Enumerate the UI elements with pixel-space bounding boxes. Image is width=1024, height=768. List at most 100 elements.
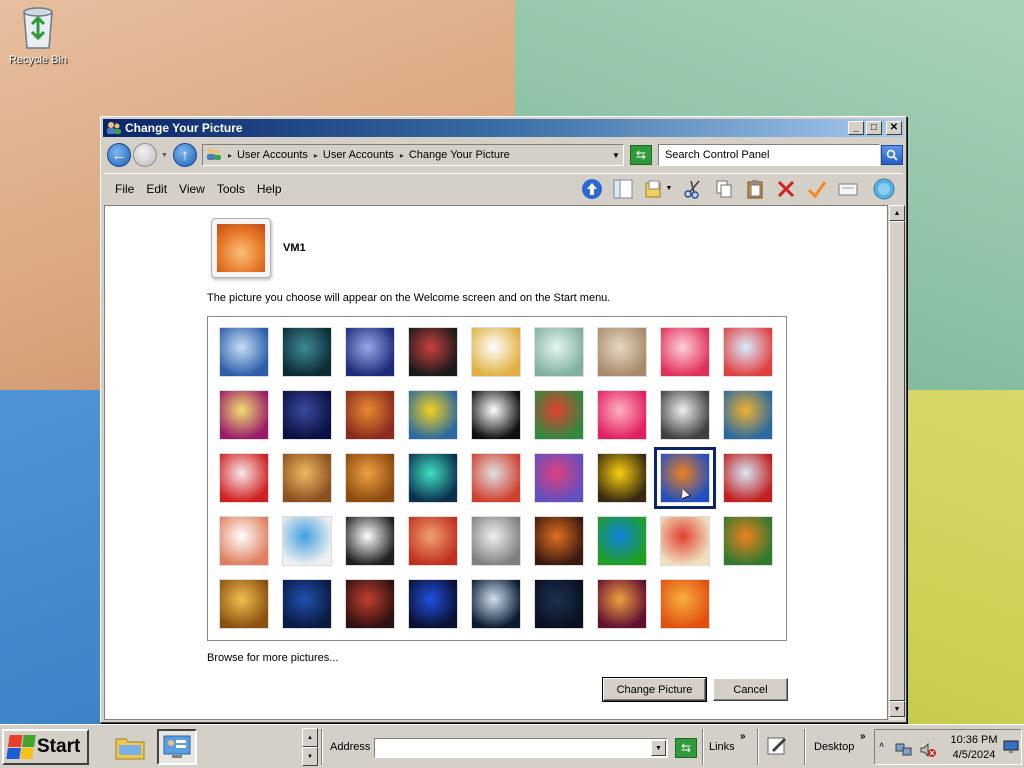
taskbar-go-button[interactable]: ⇆ [675,738,697,758]
picture-option-beach-ball[interactable] [219,390,269,440]
picture-option-staircase[interactable] [723,390,773,440]
picture-option-frosted-trees[interactable] [219,327,269,377]
picture-option-starfield[interactable] [282,390,332,440]
desktop-chevron-icon[interactable]: » [860,731,866,742]
picture-option-street-lamp[interactable] [534,516,584,566]
network-icon[interactable] [895,742,913,761]
picture-option-daruma-doll[interactable] [219,516,269,566]
copy-icon[interactable] [711,177,737,201]
picture-option-origami-crane[interactable] [219,453,269,503]
checkmark-icon[interactable] [804,177,830,201]
cancel-button[interactable]: Cancel [713,678,788,701]
minimize-button[interactable]: _ [848,121,864,135]
monitor-icon[interactable] [1003,740,1019,757]
picture-option-soccer-ball[interactable] [345,516,395,566]
menu-edit[interactable]: Edit [140,182,173,196]
explorer-folder-icon[interactable] [110,729,150,765]
clock-date[interactable]: 4/5/2024 [949,749,999,761]
views-icon[interactable]: ▼ [641,177,675,201]
picture-option-orange-fish[interactable]: ▲ [654,447,716,509]
picture-option-forest-light[interactable] [282,327,332,377]
properties-icon[interactable] [835,177,861,201]
search-button[interactable] [880,145,903,165]
picture-option-sunset-tree[interactable] [597,579,647,629]
picture-option-textile-pattern[interactable] [660,516,710,566]
browse-more-pictures-link[interactable]: Browse for more pictures... [207,652,338,664]
taskbar-scroll[interactable]: ▲ ▼ [302,728,318,766]
forward-button[interactable]: → [133,143,157,167]
picture-option-guitar[interactable] [282,453,332,503]
picture-option-record-player[interactable] [408,327,458,377]
tray-expand-icon[interactable]: ˄ [879,740,884,750]
menu-view[interactable]: View [173,182,211,196]
control-panel-task-icon[interactable] [157,729,197,765]
vertical-scrollbar[interactable]: ▲ ▼ [888,205,905,720]
menu-file[interactable]: File [109,182,140,196]
start-button[interactable]: Start [2,729,89,765]
picture-option-gyroscope[interactable] [534,327,584,377]
picture-option-toy-robot[interactable] [471,453,521,503]
volume-muted-icon[interactable] [919,742,937,761]
picture-option-pinwheel[interactable] [723,327,773,377]
clock-time[interactable]: 10:36 PM [949,734,999,746]
address-breadcrumb-bar[interactable]: ▸ User Accounts ▸ User Accounts ▸ Change Yo… [201,144,624,166]
picture-option-marbles[interactable] [471,516,521,566]
address-dropdown-icon[interactable]: ▼ [609,151,623,160]
breadcrumb-item[interactable]: ▸ Change Your Picture [400,149,510,161]
picture-option-sailboat[interactable] [282,516,332,566]
picture-option-crayons[interactable] [534,390,584,440]
taskbar-address-input[interactable]: ▼ [374,738,668,758]
search-input[interactable]: Search Control Panel [657,144,880,166]
paste-icon[interactable] [742,177,768,201]
change-picture-button[interactable]: Change Picture [602,677,707,702]
picture-option-pomeranian[interactable] [345,453,395,503]
picture-option-pink-flower[interactable] [660,327,710,377]
picture-option-hot-air-balloon[interactable] [723,453,773,503]
desktop-toolbar-label[interactable]: Desktop [814,741,854,753]
address-dropdown-icon[interactable]: ▼ [651,740,666,756]
picture-option-night-sky[interactable] [345,327,395,377]
up-button[interactable]: ↑ [172,143,197,167]
delete-icon[interactable] [773,177,799,201]
breadcrumb-item[interactable]: ▸ User Accounts [314,149,394,161]
close-button[interactable]: ✕ [886,121,902,135]
picture-option-solar-panels[interactable] [408,579,458,629]
picture-option-striped-pattern[interactable] [408,516,458,566]
up-folder-icon[interactable] [579,177,605,201]
folders-pane-icon[interactable] [610,177,636,201]
picture-option-aurora[interactable] [408,453,458,503]
title-bar[interactable]: Change Your Picture _ □ ✕ [103,119,904,137]
links-chevron-icon[interactable]: » [740,731,746,742]
picture-option-green-window[interactable] [597,516,647,566]
picture-option-sunflower[interactable] [597,453,647,503]
taskbar-scroll-down[interactable]: ▼ [302,747,318,766]
history-dropdown-icon[interactable]: ▼ [161,152,168,159]
picture-option-wicker-spiral[interactable] [219,579,269,629]
maximize-button[interactable]: □ [866,121,882,135]
picture-option-dark-sky[interactable] [534,579,584,629]
picture-option-full-moon[interactable] [471,579,521,629]
menu-tools[interactable]: Tools [211,182,251,196]
back-button[interactable]: ← [107,143,131,167]
picture-option-yellow-leaf[interactable] [408,390,458,440]
scroll-down-button[interactable]: ▼ [889,701,905,717]
picture-option-sleeping-kitten[interactable] [597,327,647,377]
picture-option-lighthouse[interactable] [282,579,332,629]
picture-option-woven-fabric[interactable] [345,390,395,440]
picture-option-monarch-butterfly[interactable] [723,516,773,566]
picture-option-paper-star[interactable] [597,390,647,440]
picture-option-jacks[interactable] [660,390,710,440]
desktop-icon-recycle-bin[interactable]: Recycle Bin [6,4,70,66]
picture-option-silk-fabric[interactable] [534,453,584,503]
picture-option-border-collie[interactable] [471,390,521,440]
cut-icon[interactable] [680,177,706,201]
picture-option-orange-daisy[interactable] [660,579,710,629]
links-toolbar-label[interactable]: Links [709,741,735,753]
menu-help[interactable]: Help [251,182,288,196]
taskbar-scroll-up[interactable]: ▲ [302,728,318,747]
scroll-up-button[interactable]: ▲ [889,205,905,221]
breadcrumb-item[interactable]: ▸ User Accounts [228,149,308,161]
notepad-icon[interactable] [766,735,788,760]
picture-option-lucky-cat[interactable] [471,327,521,377]
picture-option-night-building[interactable] [345,579,395,629]
